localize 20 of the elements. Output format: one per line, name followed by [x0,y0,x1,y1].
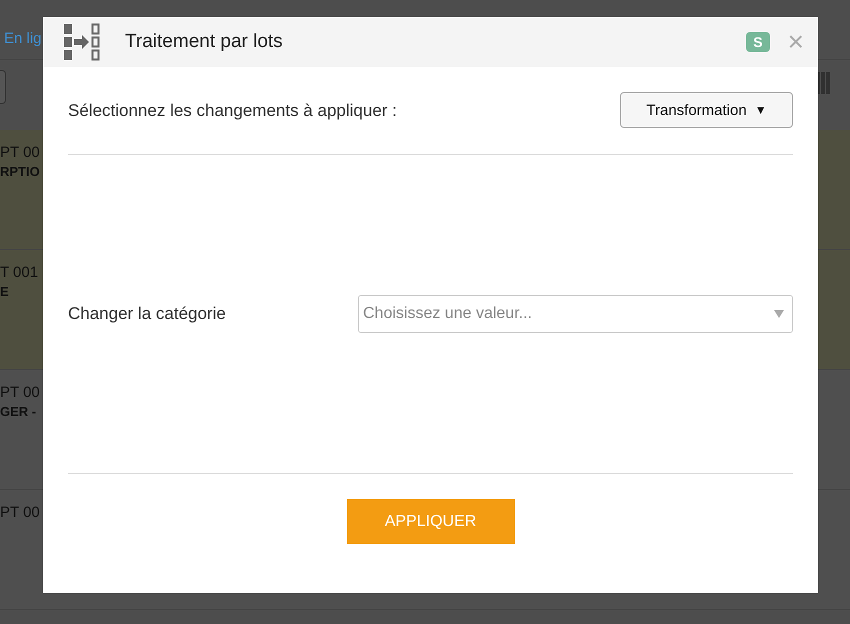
dialog-title: Traitement par lots [125,31,284,53]
apply-button[interactable]: APPLIQUER [346,499,514,544]
transformation-dropdown[interactable]: Transformation ▼ [620,92,793,128]
row-title: E [0,284,9,299]
close-button[interactable]: × [788,28,804,56]
row-title: GER - [0,404,36,419]
online-link[interactable]: En lig [4,30,42,47]
row-code: PT 00 [0,384,40,401]
caret-icon [774,310,784,318]
category-label: Changer la catégorie [68,304,227,324]
row-title: RPTIO [0,164,40,179]
row-code: T 001 [0,264,38,281]
barcode-icon [818,70,830,96]
toolbar-button[interactable] [0,70,6,104]
category-select[interactable]: Choisissez une valeur... [358,295,793,333]
user-badge: S [746,32,770,52]
batch-icon [63,23,101,61]
row-code: PT 00 [0,504,40,521]
row-code: PT 00 [0,144,40,161]
changes-prompt: Sélectionnez les changements à appliquer : [68,100,397,120]
